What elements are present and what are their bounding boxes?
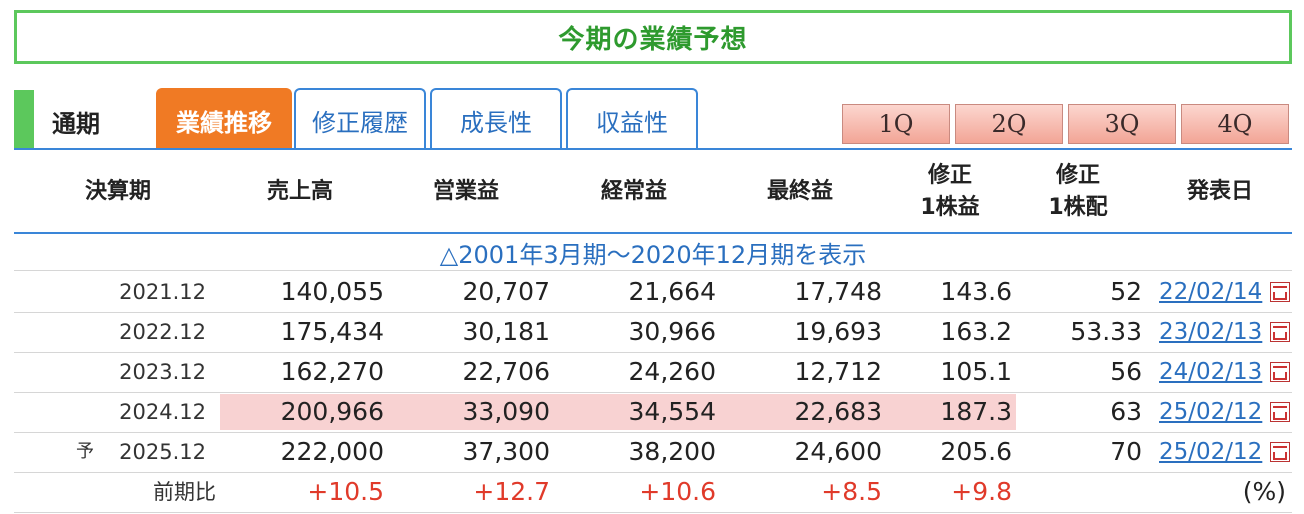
header-eps-line2: 1株益 (920, 195, 980, 220)
cell-operating-profit: 37,300 (462, 437, 550, 466)
header-ordinary-profit: 経常益 (600, 179, 667, 204)
tab-growth[interactable]: 成長性 (430, 88, 562, 150)
quarter-2q-button[interactable]: 2Q (955, 104, 1063, 144)
pdf-icon[interactable] (1270, 322, 1290, 342)
period-label: 通期 (52, 110, 100, 138)
yoy-sales: +10.5 (307, 477, 384, 506)
cell-dividend: 56 (1110, 357, 1142, 386)
cell-sales: 175,434 (280, 317, 384, 346)
pdf-icon[interactable] (1270, 282, 1290, 302)
header-net-profit: 最終益 (766, 179, 833, 204)
cell-ordinary-profit: 34,554 (628, 397, 716, 426)
table-header: 決算期 売上高 営業益 経常益 最終益 修正 1株益 修正 1株配 発表日 (14, 150, 1292, 232)
cell-period: 2023.12 (119, 360, 206, 384)
announce-date-link[interactable]: 25/02/12 (1159, 392, 1269, 432)
cell-operating-profit: 30,181 (462, 317, 550, 346)
cell-operating-profit: 33,090 (462, 397, 550, 426)
header-eps-line1: 修正 (927, 163, 972, 188)
table-row-forecast: 予 2025.12 222,000 37,300 38,200 24,600 2… (14, 432, 1292, 472)
table-row: 2022.12 175,434 30,181 30,966 19,693 163… (14, 312, 1292, 352)
cell-sales: 200,966 (280, 397, 384, 426)
yoy-unit: (%) (1242, 477, 1286, 506)
announce-date-link[interactable]: 25/02/12 (1159, 432, 1269, 472)
cell-sales: 162,270 (280, 357, 384, 386)
cell-dividend: 63 (1110, 397, 1142, 426)
cell-eps: 143.6 (940, 277, 1012, 306)
announce-date-link[interactable]: 23/02/13 (1159, 312, 1269, 352)
row-divider (14, 512, 1292, 513)
cell-eps: 105.1 (940, 357, 1012, 386)
yoy-ordinary-profit: +10.6 (639, 477, 716, 506)
cell-period: 2024.12 (119, 400, 206, 424)
pdf-icon[interactable] (1270, 442, 1290, 462)
cell-period: 2022.12 (119, 320, 206, 344)
table-row: 2023.12 162,270 22,706 24,260 12,712 105… (14, 352, 1292, 392)
yoy-label: 前期比 (153, 480, 216, 504)
quarter-4q-button[interactable]: 4Q (1181, 104, 1289, 144)
yoy-eps: +9.8 (951, 477, 1012, 506)
cell-dividend: 53.33 (1070, 317, 1142, 346)
pdf-icon[interactable] (1270, 402, 1290, 422)
pdf-icon[interactable] (1270, 362, 1290, 382)
cell-eps: 163.2 (940, 317, 1012, 346)
cell-ordinary-profit: 30,966 (628, 317, 716, 346)
cell-dividend: 70 (1110, 437, 1142, 466)
tab-performance[interactable]: 業績推移 (156, 88, 292, 150)
row-divider (14, 270, 1292, 271)
yoy-net-profit: +8.5 (821, 477, 882, 506)
cell-operating-profit: 22,706 (462, 357, 550, 386)
cell-eps: 205.6 (940, 437, 1012, 466)
header-dividend-line1: 修正 (1055, 163, 1100, 188)
quarter-1q-button[interactable]: 1Q (842, 104, 950, 144)
cell-ordinary-profit: 21,664 (628, 277, 716, 306)
cell-net-profit: 12,712 (794, 357, 882, 386)
tab-revision-history[interactable]: 修正履歴 (294, 88, 426, 150)
cell-period: 2025.12 (119, 440, 206, 464)
cell-net-profit: 24,600 (794, 437, 882, 466)
header-period: 決算期 (84, 179, 151, 204)
header-announce-date: 発表日 (1186, 179, 1253, 204)
header-sales: 売上高 (266, 179, 333, 204)
header-dividend-line2: 1株配 (1048, 195, 1108, 220)
cell-dividend: 52 (1110, 277, 1142, 306)
cell-eps: 187.3 (940, 397, 1012, 426)
cell-net-profit: 22,683 (794, 397, 882, 426)
cell-operating-profit: 20,707 (462, 277, 550, 306)
announce-date-link[interactable]: 24/02/13 (1159, 352, 1269, 392)
cell-sales: 140,055 (280, 277, 384, 306)
page-title: 今期の業績予想 (14, 10, 1292, 64)
cell-net-profit: 17,748 (794, 277, 882, 306)
table-row: 2021.12 140,055 20,707 21,664 17,748 143… (14, 272, 1292, 312)
cell-net-profit: 19,693 (794, 317, 882, 346)
expand-history-link[interactable]: △2001年3月期～2020年12月期を表示 (14, 234, 1292, 270)
tab-accent-bar (14, 90, 34, 148)
table-row-yoy: 前期比 +10.5 +12.7 +10.6 +8.5 +9.8 (%) (14, 472, 1292, 512)
cell-ordinary-profit: 24,260 (628, 357, 716, 386)
cell-ordinary-profit: 38,200 (628, 437, 716, 466)
yoy-operating-profit: +12.7 (473, 477, 550, 506)
quarter-3q-button[interactable]: 3Q (1068, 104, 1176, 144)
table-row-highlighted: 2024.12 200,966 33,090 34,554 22,683 187… (14, 392, 1292, 432)
cell-period: 2021.12 (119, 280, 206, 304)
tab-profitability[interactable]: 収益性 (566, 88, 698, 150)
announce-date-link[interactable]: 22/02/14 (1159, 272, 1269, 312)
tab-bar: 通期 業績推移 修正履歴 成長性 収益性 1Q 2Q 3Q 4Q (14, 86, 1292, 150)
cell-sales: 222,000 (280, 437, 384, 466)
header-operating-profit: 営業益 (432, 179, 499, 204)
